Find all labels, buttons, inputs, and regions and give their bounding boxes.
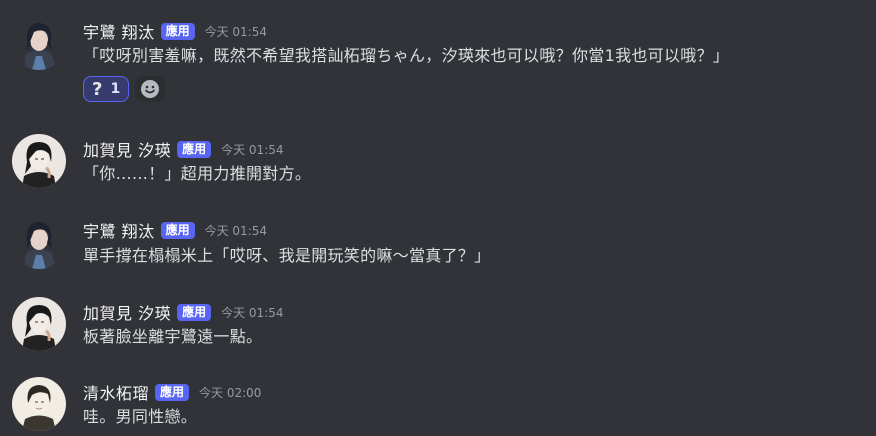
- username[interactable]: 宇鷺 翔汰: [83, 19, 155, 43]
- message-text: 哇。男同性戀。: [83, 407, 198, 426]
- black-haired-character-avatar-icon: [12, 134, 66, 188]
- message-header: 宇鷺 翔汰 應用 今天 01:54: [83, 19, 267, 43]
- smiley-icon: [141, 80, 160, 98]
- username[interactable]: 加賀見 汐瑛: [83, 137, 171, 161]
- sketch-character-avatar-icon: [12, 377, 66, 431]
- user-avatar[interactable]: [12, 134, 66, 188]
- question-mark-icon: ?: [92, 78, 103, 100]
- username[interactable]: 清水柘瑠: [83, 380, 149, 404]
- app-badge: 應用: [177, 303, 212, 321]
- app-badge: 應用: [155, 383, 190, 401]
- user-avatar[interactable]: [12, 16, 66, 70]
- message-text: 「你……！」超用力推開對方。: [83, 164, 312, 183]
- timestamp[interactable]: 今天 01:54: [205, 23, 267, 40]
- reaction-question[interactable]: ? 1: [83, 76, 130, 102]
- user-avatar[interactable]: [12, 377, 66, 431]
- dark-haired-character-avatar-icon: [12, 16, 66, 70]
- user-avatar[interactable]: [12, 297, 66, 351]
- username[interactable]: 宇鷺 翔汰: [83, 218, 155, 242]
- timestamp[interactable]: 今天 01:54: [205, 222, 267, 239]
- message-text: 單手撐在榻榻米上「哎呀、我是開玩笑的嘛～當真了？」: [83, 246, 491, 265]
- timestamp[interactable]: 今天 02:00: [199, 384, 261, 401]
- app-badge: 應用: [177, 140, 212, 158]
- message-text: 板著臉坐離宇鷺遠一點。: [83, 327, 263, 346]
- message-text: 「哎呀別害羞嘛，既然不希望我搭訕柘瑠ちゃん，汐瑛來也可以哦？你當1我也可以哦？」: [83, 46, 730, 65]
- timestamp[interactable]: 今天 01:54: [221, 141, 283, 158]
- dark-haired-character-avatar-icon: [12, 215, 66, 269]
- reaction-bar: ? 1: [83, 76, 166, 102]
- message-header: 加賀見 汐瑛 應用 今天 01:54: [83, 137, 284, 161]
- user-avatar[interactable]: [12, 215, 66, 269]
- message-header: 清水柘瑠 應用 今天 02:00: [83, 380, 261, 404]
- black-haired-character-avatar-icon: [12, 297, 66, 351]
- chat-message-list: 宇鷺 翔汰 應用 今天 01:54 「哎呀別害羞嘛，既然不希望我搭訕柘瑠ちゃん，…: [0, 0, 876, 436]
- message-header: 宇鷺 翔汰 應用 今天 01:54: [83, 218, 267, 242]
- add-reaction-button[interactable]: [135, 76, 166, 102]
- timestamp[interactable]: 今天 01:54: [221, 304, 283, 321]
- reaction-count: 1: [110, 81, 121, 97]
- app-badge: 應用: [160, 22, 195, 40]
- app-badge: 應用: [160, 221, 195, 239]
- username[interactable]: 加賀見 汐瑛: [83, 300, 171, 324]
- message-header: 加賀見 汐瑛 應用 今天 01:54: [83, 300, 284, 324]
